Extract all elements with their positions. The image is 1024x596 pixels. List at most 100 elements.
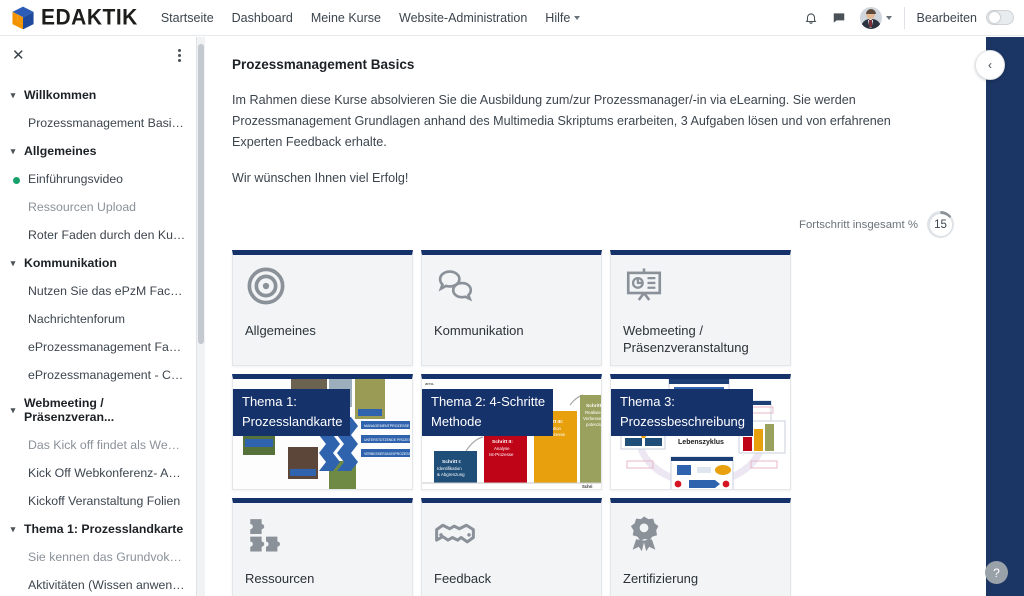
svg-text:potenzial: potenzial: [586, 422, 601, 427]
chevron-down-icon: ▾: [10, 257, 16, 268]
section-card-zertifizierung[interactable]: Zertifizierung: [610, 498, 791, 596]
svg-text:& Abgrenzung: & Abgrenzung: [437, 472, 465, 477]
sidebar-item-einfuehrungsvideo[interactable]: Einführungsvideo: [0, 165, 196, 193]
card-title-line-1: Thema 3:: [620, 394, 675, 409]
award-ribbon-icon: [630, 516, 659, 552]
svg-text:Analyse: Analyse: [494, 446, 510, 451]
sidebar-item-grundvokabular[interactable]: Sie kennen das Grundvokabu...: [0, 543, 196, 571]
progress-ring: 15: [927, 211, 954, 238]
edit-mode-toggle[interactable]: [986, 10, 1014, 25]
sidebar-item-kick-off-webkonferenz-info[interactable]: Das Kick off findet als Webko...: [0, 431, 196, 459]
edit-mode-label: Bearbeiten: [916, 10, 977, 25]
card-title-line-2: Prozessbeschreibung: [620, 414, 746, 429]
nav-link-meine-kurse[interactable]: Meine Kurse: [302, 5, 390, 31]
sidebar-item-label: Einführungsvideo: [28, 172, 124, 186]
section-card-title: Allgemeines: [245, 323, 316, 338]
chevron-down-icon: [885, 15, 892, 20]
sidebar-scrollbar-thumb[interactable]: [198, 44, 204, 344]
right-drawer-rail: ‹: [975, 37, 1024, 596]
overall-progress: Fortschritt insgesamt % 15: [232, 211, 960, 238]
sidebar-section-webmeeting[interactable]: ▾ Webmeeting / Präsenzveran...: [0, 389, 196, 431]
sidebar-item-kickoff-folien[interactable]: Kickoff Veranstaltung Folien: [0, 487, 196, 515]
sidebar-section-kommunikation[interactable]: ▾ Kommunikation: [0, 249, 196, 277]
avatar: [859, 6, 882, 29]
card-title-line-2: Prozesslandkarte: [242, 414, 343, 429]
chevron-down-icon: ▾: [10, 523, 16, 534]
section-card-ressourcen[interactable]: Ressourcen: [232, 498, 413, 596]
help-button[interactable]: ?: [985, 561, 1008, 584]
sidebar-section-label: Allgemeines: [24, 144, 97, 158]
sidebar-item-kick-off-aufzeichnung[interactable]: Kick Off Webkonferenz- Aufz...: [0, 459, 196, 487]
sidebar-item-eprozessmanagement-chat[interactable]: eProzessmanagement - Chat: [0, 361, 196, 389]
page-title: Prozessmanagement Basics: [232, 57, 415, 72]
card-overlay-title: Thema 2: 4-Schritte Methode: [422, 389, 554, 436]
navbar-right-cluster: Bearbeiten: [798, 0, 1024, 36]
target-icon: [247, 267, 285, 305]
svg-text:Realisierung: Realisierung: [585, 410, 601, 415]
section-card-grid: Allgemeines Kommunikation Webmeeting / P…: [232, 250, 972, 596]
sidebar-item-prozessmanagement-basics[interactable]: Prozessmanagement Basics ...: [0, 109, 196, 137]
navbar-divider: [903, 6, 905, 29]
card-title-line-1: Thema 1:: [242, 394, 297, 409]
section-card-feedback[interactable]: Feedback: [421, 498, 602, 596]
svg-text:VERBESSERUNGSPROZESSE: VERBESSERUNGSPROZESSE: [364, 452, 412, 456]
sidebar-item-nachrichtenforum[interactable]: Nachrichtenforum: [0, 305, 196, 333]
section-card-thema-2-vier-schritte-methode[interactable]: area- Schritt I: Identifikation & Abgren…: [421, 374, 602, 490]
completion-dot-icon: [13, 177, 20, 184]
sidebar-list: ▾ Willkommen Prozessmanagement Basics ..…: [0, 73, 196, 596]
svg-text:area-: area-: [425, 381, 435, 386]
sidebar-item-eprozessmanagement-fachdiskussion[interactable]: eProzessmanagement Fachd...: [0, 333, 196, 361]
section-card-thema-1-prozesslandkarte[interactable]: MANAGEMENTPROZESSE UNTERSTÜTZENDE PROZES…: [232, 374, 413, 490]
sidebar-header: ✕: [0, 37, 196, 73]
svg-text:Ist-Prozesse: Ist-Prozesse: [489, 452, 514, 457]
progress-label: Fortschritt insgesamt %: [798, 218, 918, 231]
section-card-title: Kommunikation: [434, 323, 524, 338]
nav-link-startseite[interactable]: Startseite: [152, 5, 223, 31]
brand-name: EDAKTIK: [41, 4, 138, 30]
edaktik-cube-icon: [12, 6, 34, 29]
sidebar-section-allgemeines[interactable]: ▾ Allgemeines: [0, 137, 196, 165]
section-card-title: Zertifizierung: [623, 571, 699, 586]
svg-text:UNTERSTÜTZENDE PROZESSE: UNTERSTÜTZENDE PROZESSE: [364, 438, 412, 442]
sidebar-more-menu-icon[interactable]: [173, 45, 186, 66]
sidebar-section-label: Kommunikation: [24, 256, 117, 270]
svg-text:Schritt IV:: Schritt IV:: [586, 403, 601, 409]
nav-link-hilfe-label: Hilfe: [545, 10, 571, 25]
handshake-icon: [435, 523, 475, 544]
sidebar-item-aktivitaeten[interactable]: Aktivitäten (Wissen anwende...: [0, 571, 196, 596]
section-card-allgemeines[interactable]: Allgemeines: [232, 250, 413, 366]
notifications-bell-icon[interactable]: [798, 5, 824, 31]
primary-nav: Startseite Dashboard Meine Kurse Website…: [152, 5, 589, 31]
card-overlay-title: Thema 3: Prozessbeschreibung: [611, 389, 754, 436]
chevron-down-icon: [574, 16, 581, 21]
nav-link-hilfe[interactable]: Hilfe: [536, 5, 589, 31]
nav-link-dashboard[interactable]: Dashboard: [223, 5, 302, 31]
course-index-sidebar: ✕ ▾ Willkommen Prozessmanagement Basics …: [0, 37, 197, 596]
intro-paragraph-2: Wir wünschen Ihnen viel Erfolg!: [232, 171, 409, 185]
presentation-board-icon: [626, 268, 662, 301]
sidebar-item-epzm-fachdiskussion[interactable]: Nutzen Sie das ePzM Fachdi...: [0, 277, 196, 305]
section-card-webmeeting[interactable]: Webmeeting / Präsenzveranstaltung: [610, 250, 791, 366]
close-icon[interactable]: ✕: [12, 48, 25, 63]
chevron-down-icon: ▾: [10, 145, 16, 156]
puzzle-pieces-icon: [250, 519, 280, 552]
section-card-title: Ressourcen: [245, 571, 315, 586]
messages-icon[interactable]: [826, 5, 852, 31]
sidebar-section-thema-1[interactable]: ▾ Thema 1: Prozesslandkarte: [0, 515, 196, 543]
svg-text:Schritt I:: Schritt I:: [442, 459, 462, 465]
open-block-drawer-button[interactable]: ‹: [975, 50, 1005, 80]
svg-text:Identifikation: Identifikation: [437, 466, 462, 471]
sidebar-section-willkommen[interactable]: ▾ Willkommen: [0, 81, 196, 109]
section-card-thema-3-prozessbeschreibung[interactable]: Prozess Lebenszyklus: [610, 374, 791, 490]
svg-text:Lebenszyklus: Lebenszyklus: [678, 439, 724, 446]
section-card-kommunikation[interactable]: Kommunikation: [421, 250, 602, 366]
nav-link-website-administration[interactable]: Website-Administration: [390, 5, 536, 31]
brand-logo[interactable]: EDAKTIK: [0, 0, 152, 36]
progress-value: 15: [934, 218, 947, 231]
user-menu[interactable]: [859, 6, 892, 29]
section-card-title: Feedback: [434, 571, 492, 586]
sidebar-item-roter-faden[interactable]: Roter Faden durch den Kurs!: [0, 221, 196, 249]
sidebar-section-label: Webmeeting / Präsenzveran...: [24, 396, 115, 424]
sidebar-item-ressourcen-upload[interactable]: Ressourcen Upload: [0, 193, 196, 221]
sidebar-section-label: Willkommen: [24, 88, 97, 102]
